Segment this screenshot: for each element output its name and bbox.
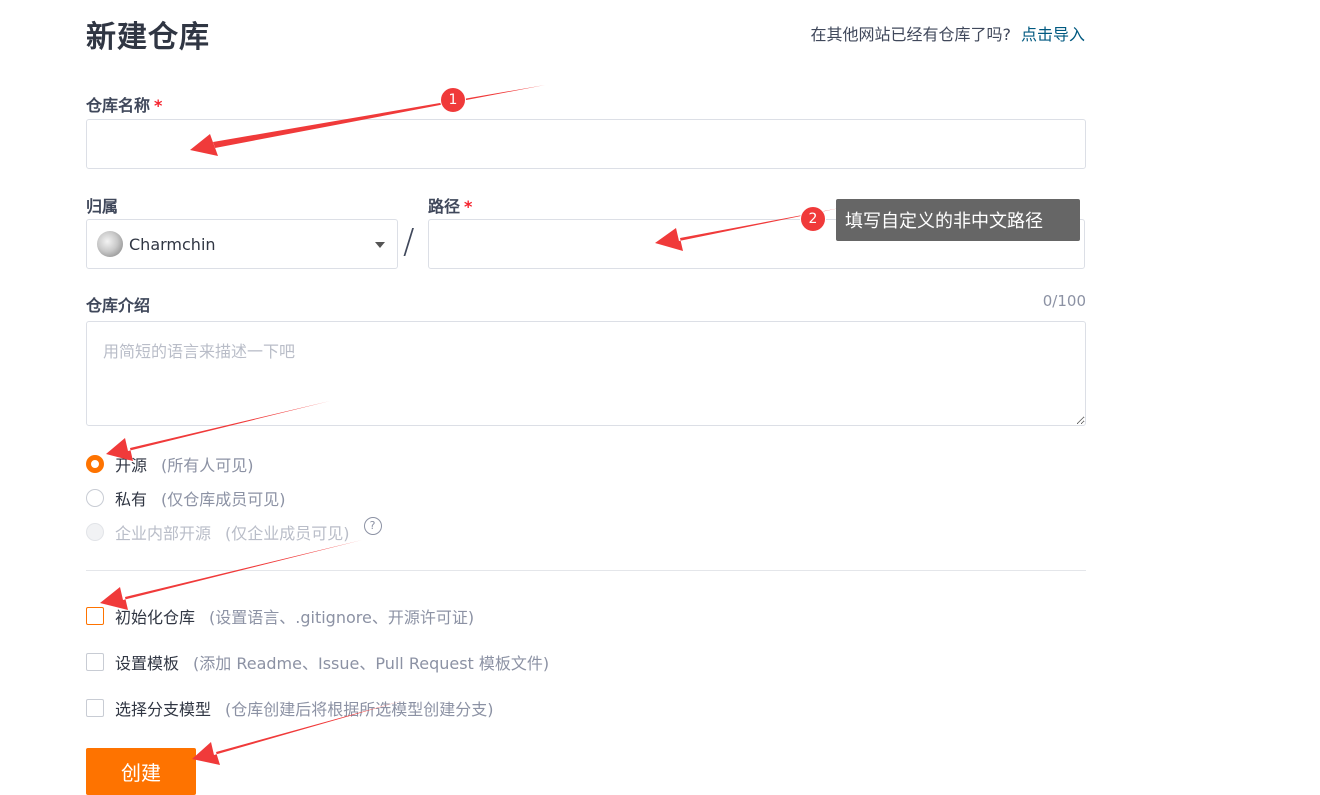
radio-private-sub: (仅仓库成员可见): [161, 490, 286, 509]
path-label-text: 路径: [428, 197, 461, 216]
avatar: [97, 231, 123, 257]
radio-private-label: 私有: [115, 490, 148, 509]
annotation-tooltip: 填写自定义的非中文路径: [836, 199, 1080, 241]
path-label: 路径 *: [428, 193, 472, 217]
required-mark: *: [464, 197, 473, 216]
repo-name-input[interactable]: [86, 119, 1086, 169]
import-link[interactable]: 点击导入: [1021, 25, 1085, 44]
option-branch-model-sub: (仓库创建后将根据所选模型创建分支): [225, 700, 494, 719]
option-template-sub: (添加 Readme、Issue、Pull Request 模板文件): [193, 654, 550, 673]
caret-down-icon: [375, 242, 385, 248]
annotation-badge-1: 1: [440, 87, 466, 113]
checkbox-branch-model[interactable]: [86, 699, 104, 717]
radio-public-sub: (所有人可见): [161, 456, 254, 475]
option-template-label: 设置模板: [115, 654, 180, 673]
description-label: 仓库介绍: [86, 296, 151, 315]
visibility-public-option[interactable]: 开源 (所有人可见): [86, 452, 254, 476]
option-template[interactable]: 设置模板 (添加 Readme、Issue、Pull Request 模板文件): [86, 650, 549, 674]
radio-private[interactable]: [86, 489, 104, 507]
radio-enterprise-sub: (仅企业成员可见): [225, 524, 350, 543]
radio-public[interactable]: [86, 455, 104, 473]
import-hint: 在其他网站已经有仓库了吗? 点击导入: [810, 21, 1085, 45]
repo-name-label-text: 仓库名称: [86, 96, 151, 115]
description-counter: 0/100: [1042, 292, 1086, 310]
radio-enterprise-label: 企业内部开源: [115, 524, 212, 543]
checkbox-init-repo[interactable]: [86, 607, 104, 625]
help-icon[interactable]: ?: [363, 517, 382, 535]
required-mark: *: [154, 96, 163, 115]
owner-select[interactable]: Charmchin: [86, 219, 398, 269]
page-title: 新建仓库: [86, 20, 210, 55]
path-separator: /: [403, 222, 415, 262]
visibility-private-option[interactable]: 私有 (仅仓库成员可见): [86, 486, 286, 510]
annotation-badge-2: 2: [800, 206, 826, 232]
option-branch-model-label: 选择分支模型: [115, 700, 212, 719]
import-hint-text: 在其他网站已经有仓库了吗?: [810, 25, 1011, 44]
option-init-repo[interactable]: 初始化仓库 (设置语言、.gitignore、开源许可证): [86, 604, 474, 628]
option-branch-model[interactable]: 选择分支模型 (仓库创建后将根据所选模型创建分支): [86, 696, 494, 720]
option-init-repo-label: 初始化仓库: [115, 608, 196, 627]
create-button[interactable]: 创建: [86, 748, 196, 795]
radio-enterprise: [86, 523, 104, 541]
section-divider: [86, 570, 1086, 571]
owner-label: 归属: [86, 197, 119, 216]
repo-name-label: 仓库名称 *: [86, 92, 162, 116]
arrow-4-icon: [100, 540, 362, 610]
description-textarea[interactable]: [86, 321, 1086, 426]
option-init-repo-sub: (设置语言、.gitignore、开源许可证): [209, 608, 475, 627]
checkbox-template[interactable]: [86, 653, 104, 671]
owner-name: Charmchin: [129, 234, 216, 254]
radio-public-label: 开源: [115, 456, 148, 475]
visibility-enterprise-option: 企业内部开源 (仅企业成员可见) ?: [86, 517, 382, 544]
